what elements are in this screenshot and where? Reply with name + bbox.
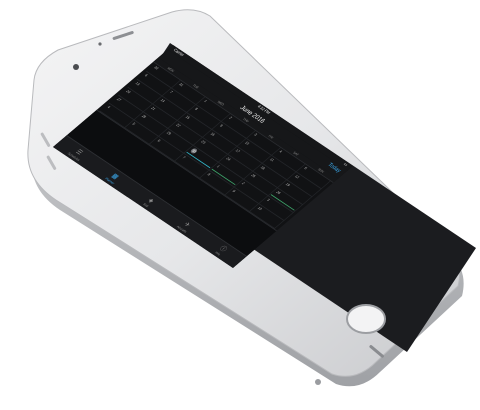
stage: Carrier 4:32 PM ▭ June 2016 Today MON TU… <box>0 0 480 410</box>
calendar-day-number: 26 <box>275 190 282 195</box>
headphone-jack-icon <box>315 379 321 385</box>
calendar-day-number: 21 <box>150 106 157 111</box>
calendar-day-number: 2 <box>240 181 246 186</box>
calendar-day-number: 6 <box>143 73 149 78</box>
calendar-day-number: 13 <box>134 81 141 87</box>
calendar-day-number: 18 <box>259 165 266 171</box>
calendar-day-number: 16 <box>209 131 216 137</box>
calendar-day-number: 3 <box>266 198 271 202</box>
calendar-day-number: 4 <box>278 149 284 154</box>
calendar-day-number: 1 <box>215 164 221 169</box>
calendar-day-number: 23 <box>200 139 207 145</box>
calendar-day-number: 30 <box>153 65 160 71</box>
calendar-day-number: 10 <box>256 205 264 211</box>
calendar-day-number: 25 <box>250 173 257 179</box>
calendar-day-number: 20 <box>125 89 132 95</box>
calendar-day-number: 9 <box>218 123 224 128</box>
calendar-day-number: 4 <box>106 105 112 109</box>
calendar-day-number: 19 <box>284 182 292 187</box>
calendar-day-number: 7 <box>181 155 187 160</box>
calendar-day-number: 28 <box>140 113 148 119</box>
calendar-day-number: 5 <box>303 166 309 171</box>
calendar-day-number: 24 <box>225 156 232 162</box>
calendar-day-number: 22 <box>175 122 182 128</box>
calendar-day-number: 12 <box>294 174 301 180</box>
calendar-day-number: 3 <box>253 132 259 137</box>
calendar-day-number: 29 <box>165 130 173 136</box>
calendar-day-number: 10 <box>243 140 251 146</box>
calendar-day-number: 8 <box>206 172 212 177</box>
front-camera-icon <box>73 64 79 70</box>
calendar-day-number: 14 <box>159 98 166 103</box>
calendar-day-number: 2 <box>228 115 234 120</box>
calendar-day-number: 7 <box>168 90 174 94</box>
calendar-day-number: 31 <box>178 82 185 88</box>
home-button[interactable] <box>346 304 386 334</box>
calendar-day-number: 5 <box>131 121 137 126</box>
calendar-day-number: 8 <box>193 106 199 111</box>
calendar-day-number: 9 <box>231 189 237 193</box>
calendar-day-number: 15 <box>184 114 191 120</box>
calendar-day-number: 17 <box>234 148 241 154</box>
calendar-day-number: 11 <box>268 157 276 163</box>
calendar-day-number: 1 <box>203 99 209 103</box>
calendar-day-number: 6 <box>156 138 162 143</box>
proximity-sensor-icon <box>98 42 102 46</box>
calendar-day-number: 27 <box>115 97 123 103</box>
